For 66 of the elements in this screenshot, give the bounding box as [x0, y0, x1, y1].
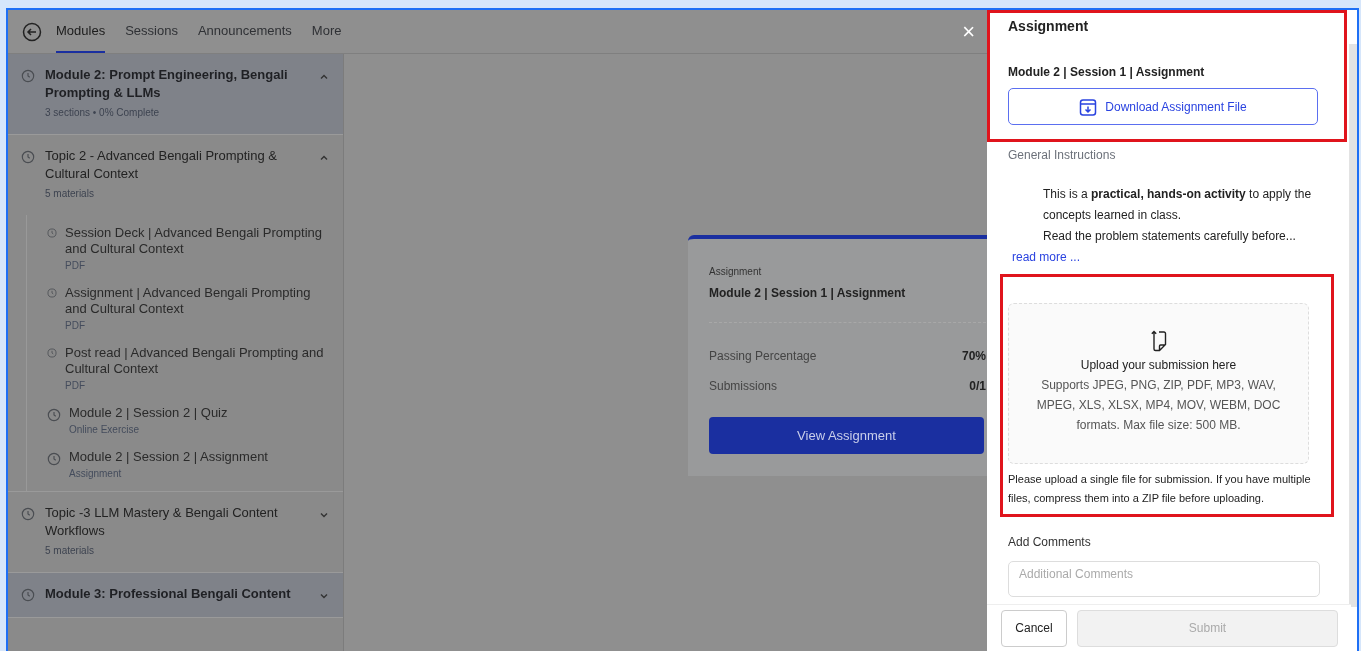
module-meta: 3 sections • 0% Complete	[45, 106, 161, 120]
topic-header[interactable]: Topic -3 LLM Mastery & Bengali Content Workflows 5 materials	[8, 492, 343, 572]
chevron-up-icon[interactable]	[319, 72, 329, 82]
clock-icon	[47, 288, 57, 298]
stat-label: Passing Percentage	[709, 348, 817, 365]
instructions-label: General Instructions	[1008, 147, 1117, 164]
material-type: PDF	[65, 379, 86, 393]
instruction-text: Read the problem statements carefully before...	[1043, 228, 1297, 245]
chevron-down-icon[interactable]	[319, 510, 329, 520]
chevron-up-icon[interactable]	[319, 153, 329, 163]
nav-tab[interactable]: Announcements	[197, 10, 292, 53]
card-title: Module 2 | Session 1 | Assignment	[709, 285, 907, 302]
topic-header[interactable]: Topic 2 - Advanced Bengali Prompting & Cultural Context 5 materials	[8, 135, 343, 215]
material-item[interactable]: Module 2 | Session 2 | Quiz Online Exercise	[27, 405, 343, 437]
material-item[interactable]: Module 2 | Session 2 | Assignment Assignment	[27, 449, 343, 481]
instruction-text: This is a practical, hands-on activity to apply the concepts learned in class.	[1043, 186, 1313, 224]
material-title: Session Deck | Advanced Bengali Prompting and Cultural Context	[65, 225, 324, 257]
upload-formats: Supports JPEG, PNG, ZIP, PDF, MP3, WAV, MPEG, XLS, XLSX, MP4, MOV, WEBM, DOC formats. Max file size: 500 MB.	[1035, 377, 1282, 434]
module-header[interactable]: Module 2: Prompt Engineering, Bengali Prompting & LLMs 3 sections • 0% Complete	[8, 54, 343, 135]
nav-tab[interactable]: Sessions	[125, 10, 178, 53]
topic-meta: 5 materials	[45, 544, 95, 558]
topic-meta: 5 materials	[45, 187, 95, 201]
assignment-title: Module 2 | Session 1 | Assignment	[1008, 64, 1206, 81]
topic-title: Topic -3 LLM Mastery & Bengali Content Workflows	[45, 504, 279, 540]
clock-icon	[21, 69, 35, 83]
material-title: Post read | Advanced Bengali Prompting and Cultural Context	[65, 345, 325, 377]
chevron-down-icon[interactable]	[319, 591, 329, 601]
clock-icon	[47, 452, 61, 466]
clock-icon	[47, 228, 57, 238]
card-label: Assignment	[709, 265, 763, 279]
upload-dropzone[interactable]: Upload your submission here Supports JPEG, PNG, ZIP, PDF, MP3, WAV, MPEG, XLS, XLSX, MP4, MOV, WEBM, DOC formats. Max file size: 500 MB.	[1008, 303, 1309, 464]
nav-tab[interactable]: More	[311, 10, 342, 53]
download-file-icon	[1079, 96, 1098, 117]
topic-title: Topic 2 - Advanced Bengali Prompting & Cultural Context	[45, 147, 278, 183]
material-type: Assignment	[69, 467, 123, 481]
material-type: PDF	[65, 259, 86, 273]
upload-note: Please upload a single file for submission. If you have multiple files, compress them into a ZIP file before uploading.	[1008, 472, 1312, 506]
cancel-button[interactable]: Cancel	[1001, 609, 1067, 647]
upload-title: Upload your submission here	[1080, 357, 1237, 374]
material-title: Module 2 | Session 2 | Assignment	[69, 449, 268, 465]
stat-value: 70%	[961, 348, 986, 365]
material-type: PDF	[65, 319, 86, 333]
clock-icon	[21, 150, 35, 164]
close-button[interactable]: ×	[962, 20, 975, 43]
material-item[interactable]: Session Deck | Advanced Bengali Prompting and Cultural Context PDF	[27, 225, 343, 273]
comments-field[interactable]: Additional Comments	[1008, 561, 1320, 597]
clock-icon	[47, 408, 61, 422]
view-assignment-button[interactable]: View Assignment	[709, 417, 984, 454]
material-title: Assignment | Advanced Bengali Prompting and Cultural Context	[65, 285, 312, 317]
download-button[interactable]: Download Assignment File	[1008, 88, 1318, 125]
drawer-heading: Assignment	[1008, 17, 1090, 36]
material-title: Module 2 | Session 2 | Quiz	[69, 405, 228, 421]
clock-icon	[21, 507, 35, 521]
comments-label: Add Comments	[1008, 534, 1092, 551]
material-item[interactable]: Post read | Advanced Bengali Prompting and Cultural Context PDF	[27, 345, 343, 393]
material-item[interactable]: Assignment | Advanced Bengali Prompting and Cultural Context PDF	[27, 285, 343, 333]
module-title: Module 3: Professional Bengali Content	[45, 585, 292, 603]
stat-value: 0/1	[969, 378, 986, 395]
clock-icon	[21, 588, 35, 602]
module-title: Module 2: Prompt Engineering, Bengali Prompting & LLMs	[45, 66, 289, 102]
clock-icon	[47, 348, 57, 358]
stat-label: Submissions	[709, 378, 778, 395]
material-type: Online Exercise	[69, 423, 141, 437]
file-upload-icon	[1149, 330, 1168, 352]
read-more-link[interactable]: read more ...	[1012, 248, 1347, 266]
module-header[interactable]: Module 3: Professional Bengali Content	[8, 573, 343, 618]
